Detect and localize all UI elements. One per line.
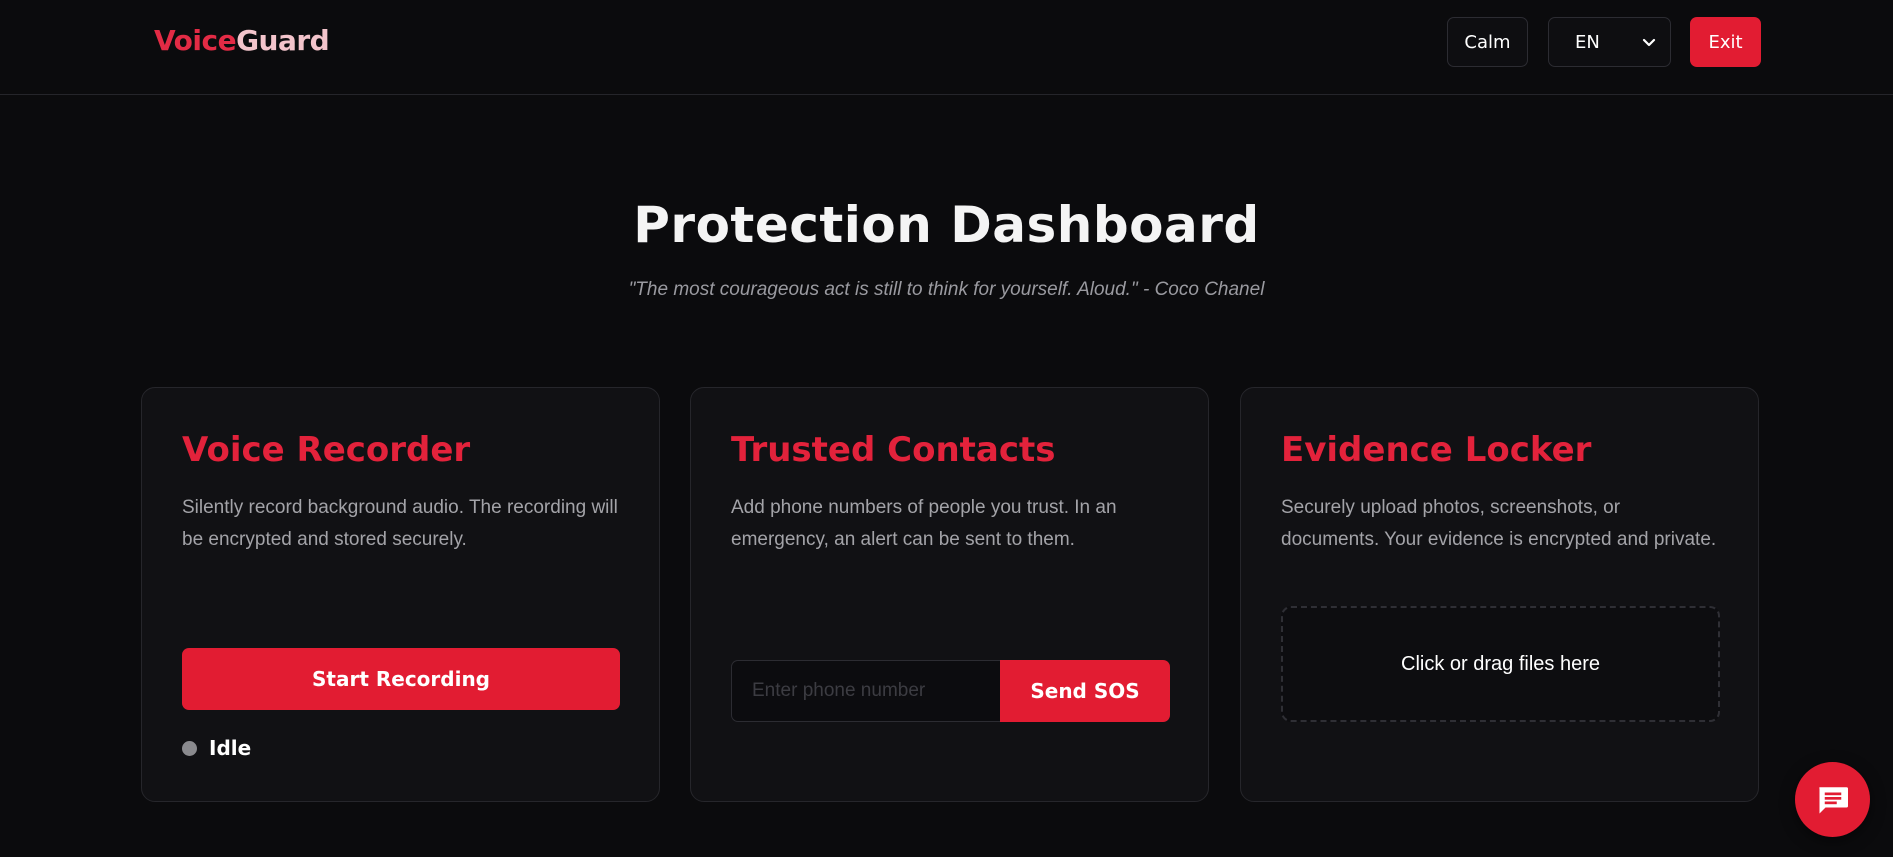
language-select[interactable]: EN — [1548, 17, 1671, 67]
calm-mode-button[interactable]: Calm — [1447, 17, 1528, 67]
exit-button[interactable]: Exit — [1690, 17, 1761, 67]
page-quote: "The most courageous act is still to thi… — [628, 279, 1265, 300]
phone-number-input[interactable] — [731, 660, 1001, 722]
start-recording-button[interactable]: Start Recording — [182, 648, 620, 710]
chevron-down-icon — [1642, 38, 1656, 47]
card-description: Silently record background audio. The re… — [182, 497, 618, 550]
page-title: Protection Dashboard — [633, 196, 1260, 254]
card-description: Add phone numbers of people you trust. I… — [731, 497, 1117, 550]
top-navbar: VoiceGuard Calm EN Exit — [0, 0, 1893, 95]
voice-recorder-card: Voice Recorder Silently record backgroun… — [141, 387, 660, 802]
chat-button[interactable] — [1795, 762, 1870, 837]
file-dropzone[interactable]: Click or drag files here — [1281, 606, 1720, 722]
trusted-contacts-card: Trusted Contacts Add phone numbers of pe… — [690, 387, 1209, 802]
card-title: Voice Recorder — [182, 430, 471, 470]
card-description: Securely upload photos, screenshots, or … — [1281, 497, 1717, 550]
status-dot-icon — [182, 740, 197, 756]
card-title: Evidence Locker — [1281, 430, 1592, 470]
recording-status: Idle — [182, 736, 251, 760]
chat-bubble-icon — [1818, 786, 1848, 813]
language-value: EN — [1575, 31, 1600, 53]
send-sos-button[interactable]: Send SOS — [1000, 660, 1170, 722]
status-text: Idle — [209, 736, 252, 760]
app-logo[interactable]: VoiceGuard — [154, 24, 330, 57]
evidence-locker-card: Evidence Locker Securely upload photos, … — [1240, 387, 1759, 802]
card-title: Trusted Contacts — [731, 430, 1056, 470]
